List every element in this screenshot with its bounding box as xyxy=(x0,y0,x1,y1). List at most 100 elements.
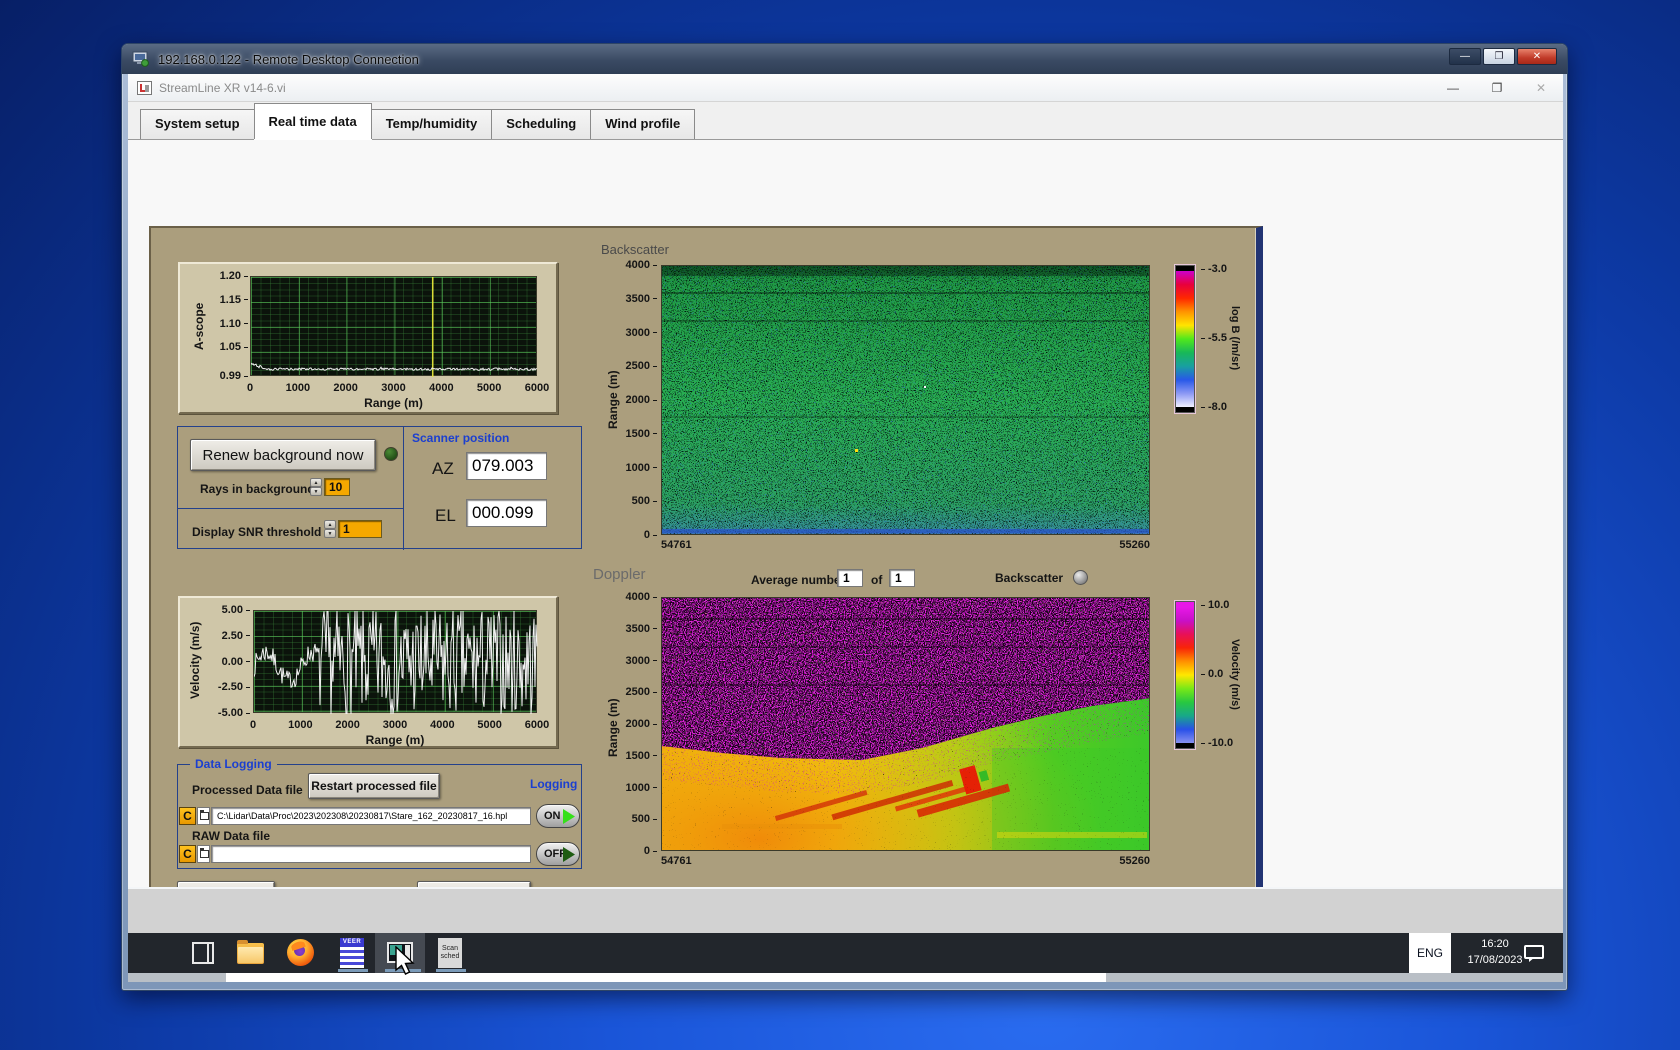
y-tick-label: 500 xyxy=(632,495,657,507)
velocity-plot-area[interactable] xyxy=(253,610,537,713)
ascope-x-axis-label: Range (m) xyxy=(250,396,537,410)
raw-browse-button[interactable] xyxy=(197,845,210,863)
running-indicator xyxy=(338,969,368,972)
az-value-field[interactable]: 079.003 xyxy=(466,452,547,480)
scan-scheduler-button[interactable]: Scansched xyxy=(438,938,462,968)
backscatter-section-title: Backscatter xyxy=(601,242,669,257)
average-number-label: Average number xyxy=(751,573,845,587)
snr-spinner[interactable]: ▲▼ xyxy=(324,520,336,538)
ascope-plot-area[interactable] xyxy=(250,276,537,376)
x-tick-label: 55260 xyxy=(1119,539,1150,551)
colorbar-tick-label: 0.0 xyxy=(1201,668,1223,680)
y-tick-label: 0.99 xyxy=(220,370,248,382)
backscatter-colorbar-label: log B (/m/sr) xyxy=(1229,265,1241,411)
of-label: of xyxy=(871,573,882,587)
processed-browse-button[interactable] xyxy=(197,807,210,825)
x-tick-label: 54761 xyxy=(661,539,692,551)
y-tick-label: 1.15 xyxy=(220,294,248,306)
colorbar-tick-label: 10.0 xyxy=(1201,599,1229,611)
mouse-cursor xyxy=(394,946,416,976)
notes-app-button[interactable]: VEER xyxy=(340,938,364,968)
restart-processed-file-button[interactable]: Restart processed file xyxy=(308,773,440,799)
velocity-x-axis-label: Range (m) xyxy=(253,733,537,747)
backscatter-heatmap[interactable] xyxy=(661,265,1150,535)
raw-data-file-label: RAW Data file xyxy=(192,829,270,843)
raw-logging-off-button[interactable]: OFF xyxy=(536,842,580,866)
of-total-field[interactable]: 1 xyxy=(889,569,915,587)
velocity-x-axis: 0100020003000400050006000 xyxy=(253,719,537,733)
language-indicator[interactable]: ENG xyxy=(1409,933,1451,973)
notification-icon[interactable] xyxy=(1524,945,1544,959)
app-minimize-button[interactable]: — xyxy=(1431,74,1475,102)
task-view-button[interactable] xyxy=(192,942,214,964)
colorbar-tick-label: -8.0 xyxy=(1201,401,1227,413)
app-titlebar[interactable]: StreamLine XR v14-6.vi — ❐ ✕ xyxy=(128,74,1563,102)
x-tick-label: 4000 xyxy=(429,382,453,394)
x-tick-label: 0 xyxy=(247,382,253,394)
renew-background-button[interactable]: Renew background now xyxy=(190,439,376,471)
y-tick-label: 1500 xyxy=(626,428,657,440)
rdp-minimize-button[interactable]: — xyxy=(1449,48,1481,65)
x-tick-label: 55260 xyxy=(1119,855,1150,867)
rdp-horizontal-scrollbar[interactable] xyxy=(128,973,1563,982)
rdp-window: 192.168.0.122 - Remote Desktop Connectio… xyxy=(121,43,1568,991)
labview-vi-icon xyxy=(137,81,152,95)
app-restore-button[interactable]: ❐ xyxy=(1475,74,1519,102)
background-controls-box: Renew background now Rays in background … xyxy=(177,426,582,549)
backscatter-colorbar xyxy=(1175,265,1195,413)
x-tick-label: 6000 xyxy=(525,382,549,394)
logging-on-led xyxy=(563,809,575,824)
y-tick-label: 2500 xyxy=(626,360,657,372)
x-tick-label: 3000 xyxy=(381,382,405,394)
task-view-icon xyxy=(192,942,214,964)
processed-drive-button[interactable]: C xyxy=(179,807,196,825)
el-value-field[interactable]: 000.099 xyxy=(466,499,547,527)
x-tick-label: 5000 xyxy=(477,382,501,394)
logging-off-led xyxy=(563,847,575,862)
rays-value-field[interactable]: 10 xyxy=(324,478,350,496)
raw-path-field[interactable] xyxy=(211,845,531,863)
rays-spinner[interactable]: ▲▼ xyxy=(310,478,322,496)
doppler-x-axis: 54761 55260 xyxy=(661,855,1150,869)
doppler-heatmap[interactable] xyxy=(661,597,1150,851)
rdp-close-button[interactable]: ✕ xyxy=(1517,48,1557,65)
data-logging-title: Data Logging xyxy=(190,757,277,771)
average-number-field[interactable]: 1 xyxy=(837,569,863,587)
scrollbar-thumb[interactable] xyxy=(226,973,1106,982)
vi-front-panel: A-scope 1.201.151.101.050.99 01000200030… xyxy=(128,140,1563,887)
processed-data-file-label: Processed Data file xyxy=(192,783,303,797)
y-tick-label: 2.50 xyxy=(222,630,250,642)
processed-logging-on-button[interactable]: ON xyxy=(536,804,580,828)
rdp-titlebar[interactable]: 192.168.0.122 - Remote Desktop Connectio… xyxy=(122,44,1567,74)
tab-wind-profile[interactable]: Wind profile xyxy=(590,109,695,139)
y-tick-label: 1000 xyxy=(626,462,657,474)
snr-value-field[interactable]: 1 xyxy=(338,520,382,538)
folder-icon xyxy=(237,943,264,964)
backscatter-toggle-switch[interactable] xyxy=(1073,570,1088,585)
y-tick-label: 3000 xyxy=(626,655,657,667)
firefox-button[interactable] xyxy=(287,939,314,966)
ascope-graph: A-scope 1.201.151.101.050.99 01000200030… xyxy=(178,262,558,414)
raw-drive-button[interactable]: C xyxy=(179,845,196,863)
processed-path-field[interactable]: C:\Lidar\Data\Proc\2023\202308\20230817\… xyxy=(211,807,531,825)
taskbar-clock[interactable]: 16:20 17/08/2023 xyxy=(1458,936,1532,968)
main-panel: A-scope 1.201.151.101.050.99 01000200030… xyxy=(149,226,1263,935)
ascope-y-axis-label: A-scope xyxy=(192,276,206,376)
tab-scheduling[interactable]: Scheduling xyxy=(491,109,591,139)
x-tick-label: 2000 xyxy=(335,719,359,731)
y-tick-label: 0 xyxy=(644,845,657,857)
x-tick-label: 6000 xyxy=(525,719,549,731)
app-close-button[interactable]: ✕ xyxy=(1519,74,1563,102)
rdp-maximize-button[interactable]: ❐ xyxy=(1483,48,1515,65)
clock-time: 16:20 xyxy=(1481,938,1509,950)
tab-system-setup[interactable]: System setup xyxy=(140,109,255,139)
x-tick-label: 54761 xyxy=(661,855,692,867)
tab-temp-humidity[interactable]: Temp/humidity xyxy=(371,109,492,139)
tab-real-time-data[interactable]: Real time data xyxy=(254,103,372,139)
backscatter-y-axis: 40003500300025002000150010005000 xyxy=(613,265,657,535)
az-label: AZ xyxy=(432,459,454,479)
x-tick-label: 5000 xyxy=(477,719,501,731)
file-explorer-button[interactable] xyxy=(237,943,264,964)
y-tick-label: 5.00 xyxy=(222,604,250,616)
y-tick-label: 1.05 xyxy=(220,341,248,353)
